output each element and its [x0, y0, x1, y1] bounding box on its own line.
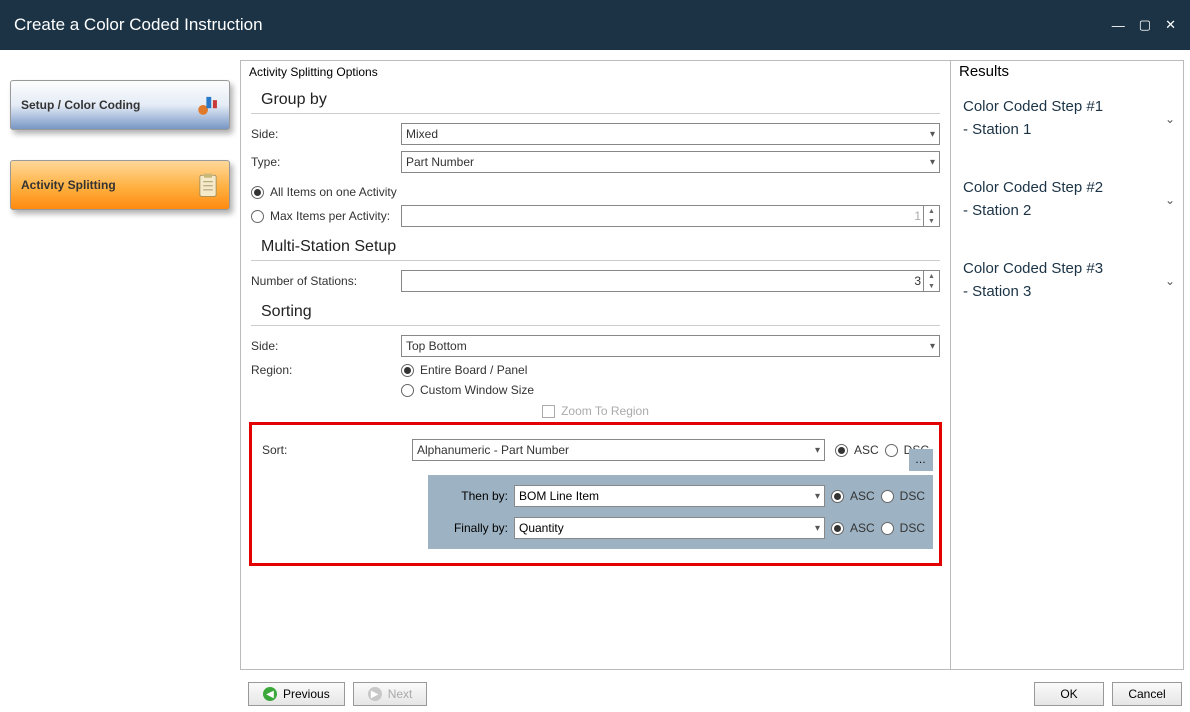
region-opt1: Entire Board / Panel [420, 363, 527, 377]
sort-label: Sort: [262, 443, 412, 457]
panel-header: Activity Splitting Options [241, 61, 950, 83]
chevron-down-icon: ⌄ [1165, 272, 1175, 290]
sorting-side-label: Side: [251, 339, 401, 353]
cancel-button[interactable]: Cancel [1112, 682, 1182, 706]
type-select[interactable]: Part Number ▾ [401, 151, 940, 173]
side-value: Mixed [406, 127, 438, 141]
then-by-select[interactable]: BOM Line Item ▾ [514, 485, 825, 507]
then-by-value: BOM Line Item [519, 489, 599, 503]
region-opt2: Custom Window Size [420, 383, 534, 397]
arrow-left-icon: ◀ [263, 687, 277, 701]
spin-up-icon[interactable]: ▲ [924, 206, 939, 216]
nav-item-label: Setup / Color Coding [21, 98, 140, 112]
result-item[interactable]: Color Coded Step #2 - Station 2 ⌄ [959, 167, 1175, 248]
num-stations-value: 3 [914, 274, 921, 288]
chevron-down-icon: ▾ [930, 341, 935, 352]
spin-down-icon[interactable]: ▼ [924, 281, 939, 291]
minimize-icon[interactable]: — [1112, 18, 1125, 33]
max-items-spinner[interactable]: 1 ▲▼ [401, 205, 940, 227]
asc-label: ASC [854, 443, 879, 457]
result-line2: - Station 1 [963, 119, 1103, 142]
chevron-down-icon: ▾ [930, 129, 935, 140]
sorting-title: Sorting [251, 295, 940, 326]
finally-by-select[interactable]: Quantity ▾ [514, 517, 825, 539]
result-line1: Color Coded Step #2 [963, 177, 1103, 200]
window-title: Create a Color Coded Instruction [14, 15, 263, 35]
chevron-down-icon: ⌄ [1165, 110, 1175, 128]
groupby-title: Group by [251, 83, 940, 114]
num-stations-label: Number of Stations: [251, 274, 401, 288]
bottom-bar: ◀ Previous ▶ Next OK Cancel [240, 676, 1190, 712]
finally-by-label: Finally by: [436, 521, 508, 535]
sub-sort-panel: … Then by: BOM Line Item ▾ ASC [428, 475, 933, 549]
type-value: Part Number [406, 155, 474, 169]
radio-then-asc[interactable] [831, 490, 844, 503]
arrow-right-icon: ▶ [368, 687, 382, 701]
radio-sort-dsc[interactable] [885, 444, 898, 457]
maximize-icon[interactable]: ▢ [1139, 17, 1151, 33]
side-select[interactable]: Mixed ▾ [401, 123, 940, 145]
radio-finally-dsc[interactable] [881, 522, 894, 535]
radio-sort-asc[interactable] [835, 444, 848, 457]
chevron-down-icon: ⌄ [1165, 191, 1175, 209]
titlebar: Create a Color Coded Instruction — ▢ ✕ [0, 0, 1190, 50]
nav-activity-splitting[interactable]: Activity Splitting [10, 160, 230, 210]
result-item[interactable]: Color Coded Step #1 - Station 1 ⌄ [959, 86, 1175, 167]
chevron-down-icon: ▾ [815, 491, 820, 502]
num-stations-spinner[interactable]: 3 ▲▼ [401, 270, 940, 292]
result-line1: Color Coded Step #3 [963, 258, 1103, 281]
all-items-label: All Items on one Activity [270, 185, 397, 199]
ok-button[interactable]: OK [1034, 682, 1104, 706]
nav-setup-color-coding[interactable]: Setup / Color Coding [10, 80, 230, 130]
wizard-nav: Setup / Color Coding Activity Splitting [0, 50, 240, 712]
previous-button[interactable]: ◀ Previous [248, 682, 345, 706]
chevron-down-icon: ▾ [815, 523, 820, 534]
finally-by-value: Quantity [519, 521, 564, 535]
result-line2: - Station 2 [963, 200, 1103, 223]
result-line2: - Station 3 [963, 281, 1103, 304]
more-button[interactable]: … [909, 449, 933, 471]
paint-icon [195, 92, 221, 118]
radio-all-items[interactable] [251, 186, 264, 199]
next-button[interactable]: ▶ Next [353, 682, 428, 706]
radio-max-items[interactable] [251, 210, 264, 223]
zoom-label: Zoom To Region [561, 404, 649, 418]
chevron-down-icon: ▾ [930, 157, 935, 168]
side-label: Side: [251, 127, 401, 141]
sorting-side-select[interactable]: Top Bottom ▾ [401, 335, 940, 357]
type-label: Type: [251, 155, 401, 169]
results-panel: Results Color Coded Step #1 - Station 1 … [951, 61, 1183, 669]
nav-item-label: Activity Splitting [21, 178, 116, 192]
chevron-down-icon: ▾ [815, 445, 820, 456]
sort-highlight-box: Sort: Alphanumeric - Part Number ▾ ASC D… [249, 422, 942, 566]
clipboard-icon [195, 172, 221, 198]
sort-select[interactable]: Alphanumeric - Part Number ▾ [412, 439, 825, 461]
close-icon[interactable]: ✕ [1165, 17, 1176, 33]
radio-then-dsc[interactable] [881, 490, 894, 503]
region-label: Region: [251, 363, 401, 377]
results-title: Results [959, 61, 1175, 86]
radio-finally-asc[interactable] [831, 522, 844, 535]
sorting-side-value: Top Bottom [406, 339, 467, 353]
sort-value: Alphanumeric - Part Number [417, 443, 569, 457]
result-item[interactable]: Color Coded Step #3 - Station 3 ⌄ [959, 248, 1175, 329]
zoom-checkbox[interactable] [542, 405, 555, 418]
then-by-label: Then by: [436, 489, 508, 503]
max-items-value: 1 [914, 209, 921, 223]
radio-custom-window[interactable] [401, 384, 414, 397]
multistation-title: Multi-Station Setup [251, 230, 940, 261]
result-line1: Color Coded Step #1 [963, 96, 1103, 119]
spin-down-icon[interactable]: ▼ [924, 216, 939, 226]
radio-entire-board[interactable] [401, 364, 414, 377]
max-items-label: Max Items per Activity: [270, 209, 390, 223]
spin-up-icon[interactable]: ▲ [924, 271, 939, 281]
